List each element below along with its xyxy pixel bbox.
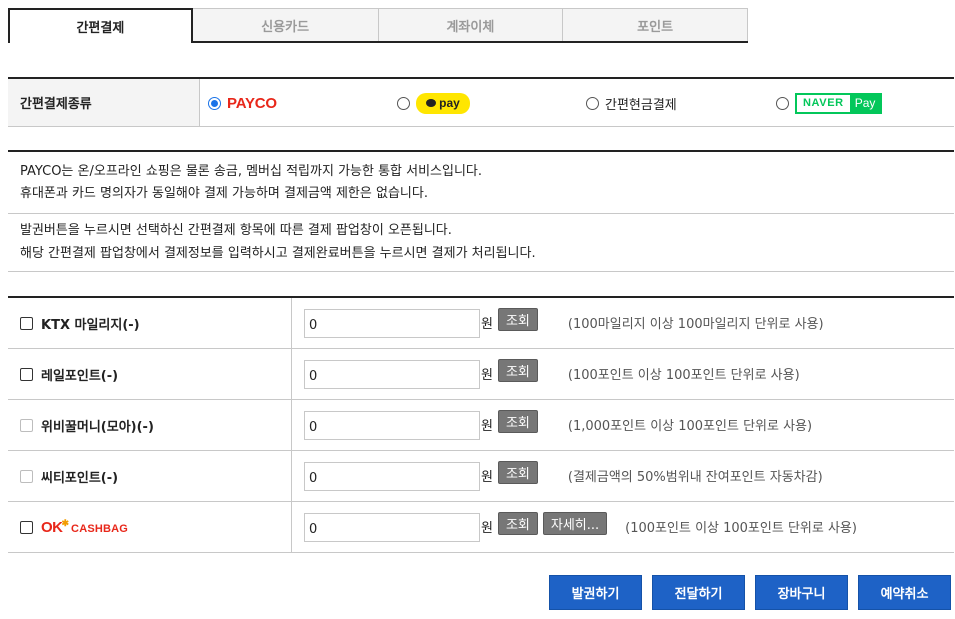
kakaopay-text: pay	[439, 96, 460, 110]
citi-hint: (결제금액의 50%범위내 잔여포인트 자동차감)	[567, 470, 823, 485]
payment-tabs: 간편결제 신용카드 계좌이체 포인트	[8, 8, 748, 43]
won-label: 원	[481, 317, 493, 332]
rail-label: 레일포인트(-)	[41, 368, 119, 384]
okcashbag-detail-button[interactable]: 자세히...	[542, 512, 608, 535]
citi-amount-input[interactable]	[304, 461, 480, 491]
points-table: KTX 마일리지(-) 원 조회 (100마일리지 이상 100마일리지 단위로…	[8, 296, 954, 553]
info-divider	[8, 213, 954, 214]
rail-label-cell: 레일포인트(-)	[8, 349, 292, 399]
tab-credit-card[interactable]: 신용카드	[192, 8, 379, 42]
citi-label-cell: 씨티포인트(-)	[8, 451, 292, 501]
action-buttons: 발권하기 전달하기 장바구니 예약취소	[549, 575, 951, 610]
ktx-label-cell: KTX 마일리지(-)	[8, 298, 292, 348]
simple-pay-options: PAYCO pay 간편현금결제 NAVER Pay	[200, 79, 954, 126]
okcashbag-hint: (100포인트 이상 100포인트 단위로 사용)	[625, 521, 857, 536]
tab-simple-pay[interactable]: 간편결제	[8, 8, 193, 43]
citi-label: 씨티포인트(-)	[41, 470, 119, 486]
speech-bubble-icon	[426, 99, 437, 107]
tab-underline	[192, 41, 748, 43]
tab-points[interactable]: 포인트	[563, 8, 748, 42]
won-label: 원	[481, 470, 493, 485]
okcashbag-label-cell: OK ✱ CASHBAG	[8, 502, 292, 552]
wibee-label: 위비꿀머니(모아)(-)	[41, 419, 154, 435]
won-label: 원	[481, 419, 493, 434]
naver-text: NAVER	[797, 94, 850, 112]
points-row-okcashbag: OK ✱ CASHBAG 원 조회 자세히... (100포인트 이상 100포…	[8, 502, 954, 553]
payco-logo: PAYCO	[227, 94, 277, 112]
ktx-query-button[interactable]: 조회	[497, 308, 538, 331]
won-label: 원	[481, 521, 493, 536]
naverpay-logo: NAVER Pay	[795, 92, 883, 114]
info-line-2: 휴대폰과 카드 명의자가 동일해야 결제 가능하며 결제금액 제한은 없습니다.	[20, 186, 428, 201]
info-line-4: 해당 간편결제 팝업창에서 결제정보를 입력하시고 결제완료버튼을 누르시면 결…	[20, 246, 536, 261]
info-line-1: PAYCO는 온/오프라인 쇼핑은 물론 송금, 멤버십 적립까지 가능한 통합…	[20, 164, 483, 179]
option-cash-pay[interactable]: 간편현금결제	[586, 79, 677, 127]
okcashbag-input-cell: 원 조회 자세히... (100포인트 이상 100포인트 단위로 사용)	[292, 502, 954, 552]
okcashbag-checkbox[interactable]	[20, 520, 33, 534]
ktx-amount-input[interactable]	[304, 308, 480, 338]
kakaopay-radio[interactable]	[397, 96, 410, 110]
tab-bank-transfer[interactable]: 계좌이체	[378, 8, 564, 42]
cash-pay-radio[interactable]	[586, 96, 599, 110]
ktx-checkbox[interactable]	[20, 316, 33, 330]
ktx-input-cell: 원 조회 (100마일리지 이상 100마일리지 단위로 사용)	[292, 298, 954, 348]
cart-button[interactable]: 장바구니	[755, 575, 848, 610]
star-icon: ✱	[61, 517, 70, 528]
payco-radio[interactable]	[208, 96, 221, 110]
citi-checkbox[interactable]	[20, 469, 33, 483]
option-kakaopay[interactable]: pay	[397, 79, 470, 127]
simple-pay-type-row: 간편결제종류 PAYCO pay 간편현금결제 NAVER Pay	[8, 77, 954, 127]
option-payco[interactable]: PAYCO	[208, 79, 277, 127]
wibee-amount-input[interactable]	[304, 410, 480, 440]
payment-info: PAYCO는 온/오프라인 쇼핑은 물론 송금, 멤버십 적립까지 가능한 통합…	[8, 150, 954, 272]
option-naverpay[interactable]: NAVER Pay	[776, 79, 883, 127]
cancel-reservation-button[interactable]: 예약취소	[858, 575, 951, 610]
naverpay-radio[interactable]	[776, 96, 789, 110]
rail-amount-input[interactable]	[304, 359, 480, 389]
points-row-ktx: KTX 마일리지(-) 원 조회 (100마일리지 이상 100마일리지 단위로…	[8, 298, 954, 349]
wibee-checkbox[interactable]	[20, 418, 33, 432]
cash-pay-label: 간편현금결제	[605, 97, 677, 113]
points-row-citi: 씨티포인트(-) 원 조회 (결제금액의 50%범위내 잔여포인트 자동차감)	[8, 451, 954, 502]
okcashbag-logo: OK ✱ CASHBAG	[41, 517, 129, 536]
rail-checkbox[interactable]	[20, 367, 33, 381]
okcashbag-amount-input[interactable]	[304, 512, 480, 542]
rail-query-button[interactable]: 조회	[497, 359, 538, 382]
citi-input-cell: 원 조회 (결제금액의 50%범위내 잔여포인트 자동차감)	[292, 451, 954, 501]
ktx-hint: (100마일리지 이상 100마일리지 단위로 사용)	[567, 317, 824, 332]
pay-text: Pay	[849, 94, 881, 112]
cashbag-text: CASHBAG	[71, 522, 129, 535]
simple-pay-type-label: 간편결제종류	[8, 79, 200, 126]
kakaopay-logo: pay	[416, 92, 470, 114]
citi-query-button[interactable]: 조회	[497, 461, 538, 484]
points-row-wibee: 위비꿀머니(모아)(-) 원 조회 (1,000포인트 이상 100포인트 단위…	[8, 400, 954, 451]
info-line-3: 발권버튼을 누르시면 선택하신 간편결제 항목에 따른 결제 팝업창이 오픈됩니…	[20, 223, 452, 238]
points-row-rail: 레일포인트(-) 원 조회 (100포인트 이상 100포인트 단위로 사용)	[8, 349, 954, 400]
issue-ticket-button[interactable]: 발권하기	[549, 575, 642, 610]
ktx-label: KTX 마일리지(-)	[41, 317, 140, 333]
wibee-label-cell: 위비꿀머니(모아)(-)	[8, 400, 292, 450]
forward-ticket-button[interactable]: 전달하기	[652, 575, 745, 610]
wibee-hint: (1,000포인트 이상 100포인트 단위로 사용)	[567, 419, 813, 434]
rail-input-cell: 원 조회 (100포인트 이상 100포인트 단위로 사용)	[292, 349, 954, 399]
ok-text: OK	[41, 518, 63, 536]
rail-hint: (100포인트 이상 100포인트 단위로 사용)	[567, 368, 800, 383]
wibee-input-cell: 원 조회 (1,000포인트 이상 100포인트 단위로 사용)	[292, 400, 954, 450]
okcashbag-query-button[interactable]: 조회	[497, 512, 538, 535]
wibee-query-button[interactable]: 조회	[497, 410, 538, 433]
won-label: 원	[481, 368, 493, 383]
